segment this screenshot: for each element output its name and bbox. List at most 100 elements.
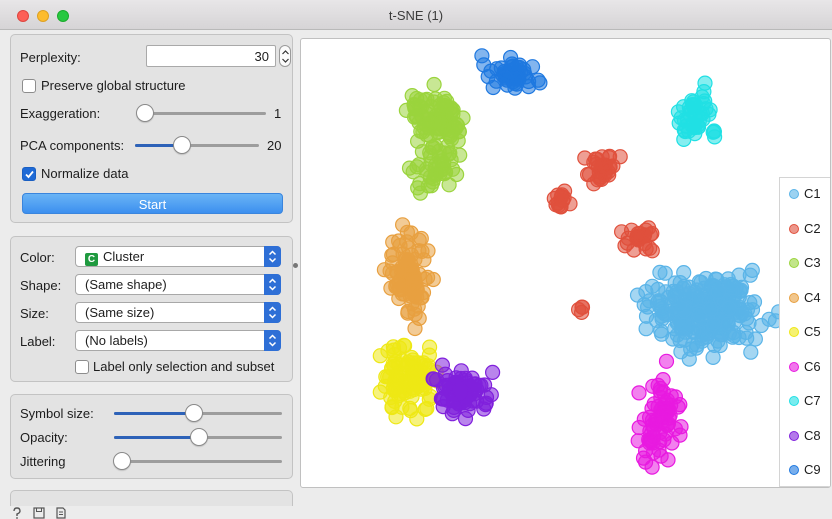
scatter-point: [485, 79, 501, 96]
scatter-point: [652, 293, 668, 309]
scatter-point: [425, 271, 441, 288]
legend-swatch: [789, 465, 799, 475]
symbol-size-slider-knob[interactable]: [185, 404, 203, 422]
scatter-point: [406, 96, 422, 113]
scatter-point: [474, 48, 490, 64]
legend-swatch: [789, 258, 799, 268]
size-combo[interactable]: (Same size): [75, 302, 281, 323]
help-icon[interactable]: [11, 507, 23, 519]
shape-combo-arrow: [264, 274, 281, 295]
report-icon[interactable]: [55, 507, 67, 519]
legend-item-c1: C1: [789, 186, 821, 202]
exaggeration-slider-track[interactable]: [142, 112, 266, 115]
size-combo-arrow: [264, 302, 281, 323]
chevron-up-down-icon: [268, 250, 277, 263]
legend-label: C4: [804, 289, 821, 305]
label-combo-arrow: [264, 330, 281, 351]
legend-item-c8: C8: [789, 428, 821, 444]
scatter-point: [592, 169, 608, 185]
color-combo-value: Cluster: [103, 249, 145, 264]
chevron-up-down-icon: [268, 334, 277, 347]
opacity-slider-fill: [114, 436, 199, 439]
scatter-point: [678, 287, 694, 303]
scatter-point: [650, 377, 666, 393]
legend-label: C9: [804, 462, 821, 477]
preserve-global-structure-label: Preserve global structure: [41, 78, 186, 93]
scatter-point: [653, 323, 669, 339]
scatter-point: [644, 412, 660, 428]
scatter-point: [420, 243, 436, 259]
scatter-point: [385, 246, 402, 262]
scatter-point: [614, 224, 630, 240]
scatter-plot: [372, 48, 787, 475]
scatter-point: [392, 282, 408, 298]
exaggeration-value: 1: [274, 106, 282, 121]
scatter-plot-area[interactable]: C1 C2 C3 C4 C5 C6 C7 C8 C9: [300, 38, 831, 488]
scatter-point: [667, 421, 683, 437]
jittering-slider-knob[interactable]: [113, 452, 131, 470]
scatter-point: [449, 117, 466, 134]
opacity-slider-knob[interactable]: [190, 428, 208, 446]
scatter-point: [432, 115, 449, 131]
scatter-point: [437, 379, 453, 395]
scatter-point: [413, 123, 429, 140]
scatter-point: [412, 176, 428, 192]
scatter-point: [460, 402, 476, 418]
scatter-point: [731, 329, 747, 346]
jittering-label: Jittering: [20, 454, 66, 469]
shape-combo[interactable]: (Same shape): [75, 274, 281, 295]
chevron-up-down-icon: [268, 278, 277, 291]
legend-label: C5: [804, 324, 821, 339]
scatter-point: [524, 59, 541, 75]
scatter-point: [497, 70, 513, 86]
checkmark-icon: [25, 170, 34, 179]
scatter-point: [405, 369, 422, 385]
legend-item-c9: C9: [789, 462, 821, 478]
scatter-point: [436, 166, 452, 182]
scatter-point: [550, 187, 566, 203]
scatter-point: [417, 401, 433, 417]
scatter-point: [667, 389, 683, 405]
scatter-point: [712, 337, 728, 354]
scatter-point: [706, 124, 722, 140]
legend-item-c5: C5: [789, 324, 821, 340]
legend-label: C8: [804, 427, 821, 443]
label-only-selection-checkbox[interactable]: [75, 360, 89, 374]
scatter-point: [676, 317, 692, 333]
jittering-slider-track[interactable]: [121, 460, 282, 463]
normalize-data-checkbox[interactable]: [22, 167, 36, 181]
scatter-point: [710, 284, 726, 300]
scatter-point: [747, 331, 763, 347]
legend-swatch: [789, 189, 799, 199]
symbol-size-label: Symbol size:: [20, 406, 94, 421]
label-combo[interactable]: (No labels): [75, 330, 281, 351]
perplexity-input[interactable]: 30: [146, 45, 276, 67]
scatter-point: [720, 316, 736, 332]
color-label: Color:: [20, 250, 55, 265]
scatter-point: [411, 157, 427, 173]
scatter-point: [670, 104, 686, 120]
exaggeration-slider-knob[interactable]: [136, 104, 154, 122]
scatter-point: [743, 344, 759, 360]
legend: C1 C2 C3 C4 C5 C6 C7 C8 C9: [779, 177, 830, 487]
start-button[interactable]: Start: [22, 193, 283, 214]
scatter-point: [690, 119, 706, 135]
scatter-point: [446, 399, 462, 415]
shape-label: Shape:: [20, 278, 62, 293]
perplexity-stepper[interactable]: [279, 45, 291, 67]
legend-item-c2: C2: [789, 221, 821, 237]
opacity-label: Opacity:: [20, 430, 68, 445]
legend-swatch: [789, 361, 799, 372]
splitter-handle[interactable]: [293, 263, 298, 268]
save-icon[interactable]: [33, 507, 45, 519]
color-combo[interactable]: C Cluster: [75, 246, 281, 267]
scatter-point: [467, 376, 483, 392]
scatter-point: [372, 384, 388, 400]
preserve-global-structure-checkbox[interactable]: [22, 79, 36, 93]
exaggeration-label: Exaggeration:: [20, 106, 101, 121]
scatter-point: [426, 76, 442, 93]
attributes-box: Color: C Cluster Shape: (Same shape) Size…: [10, 236, 293, 382]
legend-item-c3: C3: [789, 255, 821, 271]
symbol-size-slider-fill: [114, 412, 194, 415]
pca-slider-knob[interactable]: [173, 136, 191, 154]
